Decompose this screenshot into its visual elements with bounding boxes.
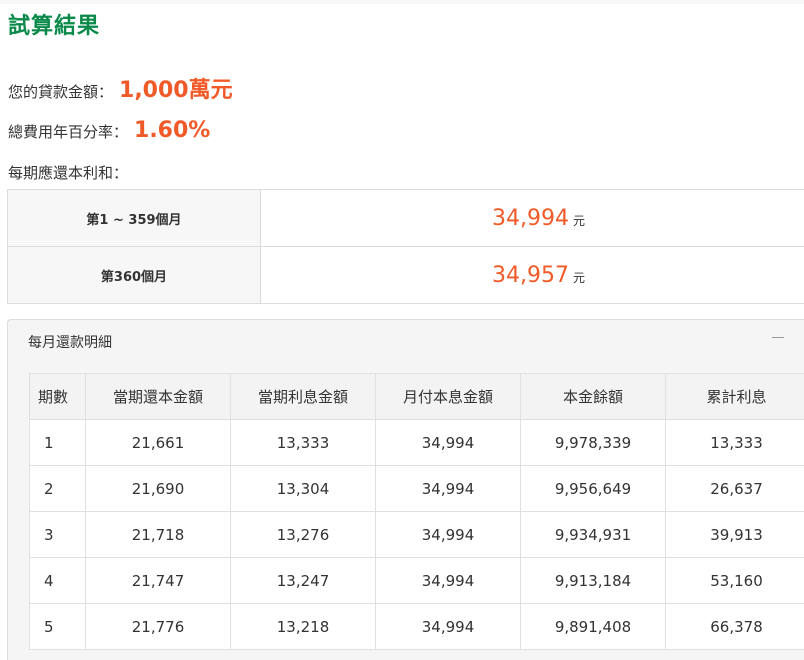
- loan-amount-label: 您的貸款金額：: [8, 83, 114, 101]
- each-payment-label: 每期應還本利和：: [8, 164, 129, 182]
- cell-period: 2: [29, 465, 86, 512]
- table-row: 1 21,661 13,333 34,994 9,978,339 13,333: [29, 419, 804, 466]
- period-payment-table: 第1 ~ 359個月 34,994 元 第360個月 34,957 元: [7, 189, 804, 304]
- monthly-detail-table: 期數 當期還本金額 當期利息金額 月付本息金額 本金餘額 累計利息 1 21,6…: [29, 373, 804, 650]
- period-row: 第1 ~ 359個月 34,994 元: [7, 189, 804, 247]
- cell-balance: 9,956,649: [520, 465, 666, 512]
- period-label: 第1 ~ 359個月: [7, 189, 261, 247]
- table-row: 5 21,776 13,218 34,994 9,891,408 66,378: [29, 603, 804, 650]
- period-amount: 34,957: [492, 262, 569, 288]
- column-header-interest: 當期利息金額: [230, 373, 376, 420]
- column-header-payment: 月付本息金額: [375, 373, 521, 420]
- cell-payment: 34,994: [375, 419, 521, 466]
- column-header-principal: 當期還本金額: [85, 373, 231, 420]
- loan-amount-value: 1,000萬元: [119, 78, 233, 103]
- apr-value: 1.60%: [134, 118, 211, 143]
- cell-interest: 13,247: [230, 557, 376, 604]
- cell-principal: 21,718: [85, 511, 231, 558]
- each-payment-row: 每期應還本利和：: [8, 162, 128, 183]
- cell-principal: 21,690: [85, 465, 231, 512]
- cell-cumulative-interest: 66,378: [665, 603, 804, 650]
- cell-interest: 13,333: [230, 419, 376, 466]
- column-header-period: 期數: [29, 373, 86, 420]
- cell-period: 3: [29, 511, 86, 558]
- column-header-cumulative-interest: 累計利息: [665, 373, 804, 420]
- column-header-balance: 本金餘額: [520, 373, 666, 420]
- result-page: 試算結果 您的貸款金額： 1,000萬元 總費用年百分率： 1.60% 每期應還…: [0, 0, 804, 660]
- table-row: 3 21,718 13,276 34,994 9,934,931 39,913: [29, 511, 804, 558]
- cell-interest: 13,276: [230, 511, 376, 558]
- table-row: 2 21,690 13,304 34,994 9,956,649 26,637: [29, 465, 804, 512]
- period-value: 34,957 元: [260, 246, 804, 304]
- cell-cumulative-interest: 39,913: [665, 511, 804, 558]
- page-title: 試算結果: [8, 14, 101, 39]
- cell-interest: 13,304: [230, 465, 376, 512]
- cell-payment: 34,994: [375, 557, 521, 604]
- cell-cumulative-interest: 26,637: [665, 465, 804, 512]
- cell-payment: 34,994: [375, 511, 521, 558]
- top-bar: [0, 0, 804, 4]
- period-amount: 34,994: [492, 205, 569, 231]
- cell-balance: 9,913,184: [520, 557, 666, 604]
- cell-payment: 34,994: [375, 603, 521, 650]
- period-unit: 元: [572, 213, 585, 228]
- apr-label: 總費用年百分率：: [8, 123, 129, 141]
- monthly-detail-panel: 每月還款明細 期數 當期還本金額 當期利息金額 月付本息金額 本金餘額 累計利息…: [7, 319, 804, 660]
- cell-payment: 34,994: [375, 465, 521, 512]
- cell-balance: 9,891,408: [520, 603, 666, 650]
- cell-balance: 9,934,931: [520, 511, 666, 558]
- collapse-icon[interactable]: [772, 330, 786, 344]
- cell-cumulative-interest: 13,333: [665, 419, 804, 466]
- monthly-detail-header[interactable]: 每月還款明細: [28, 332, 112, 352]
- cell-period: 4: [29, 557, 86, 604]
- cell-principal: 21,747: [85, 557, 231, 604]
- table-row: 4 21,747 13,247 34,994 9,913,184 53,160: [29, 557, 804, 604]
- cell-principal: 21,661: [85, 419, 231, 466]
- cell-period: 1: [29, 419, 86, 466]
- table-header-row: 期數 當期還本金額 當期利息金額 月付本息金額 本金餘額 累計利息: [29, 373, 804, 420]
- loan-amount-row: 您的貸款金額： 1,000萬元: [8, 72, 233, 104]
- period-row: 第360個月 34,957 元: [7, 246, 804, 304]
- period-unit: 元: [572, 270, 585, 285]
- cell-cumulative-interest: 53,160: [665, 557, 804, 604]
- cell-principal: 21,776: [85, 603, 231, 650]
- cell-interest: 13,218: [230, 603, 376, 650]
- cell-balance: 9,978,339: [520, 419, 666, 466]
- period-value: 34,994 元: [260, 189, 804, 247]
- period-label: 第360個月: [7, 246, 261, 304]
- cell-period: 5: [29, 603, 86, 650]
- apr-row: 總費用年百分率： 1.60%: [8, 118, 210, 143]
